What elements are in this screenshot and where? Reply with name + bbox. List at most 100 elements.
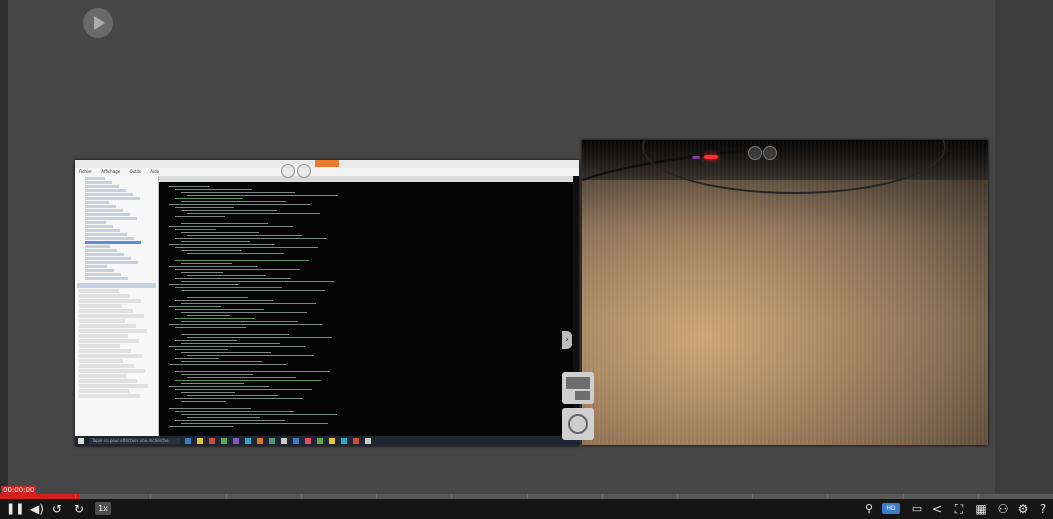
settings-icon[interactable]: ⚙ — [1016, 502, 1030, 516]
code-line — [187, 417, 260, 418]
code-line — [187, 297, 248, 298]
taskbar-app-icon — [221, 438, 227, 444]
webcam-panel — [582, 140, 988, 445]
code-line — [181, 241, 250, 242]
playback-speed-button[interactable]: 1x — [95, 502, 111, 515]
tree-row — [85, 201, 109, 204]
code-line — [181, 321, 298, 322]
layout-toggle-button[interactable] — [562, 372, 594, 404]
pause-icon[interactable]: ❚❚ — [6, 502, 24, 516]
tree-row — [85, 221, 106, 224]
tree-row — [85, 257, 131, 260]
property-row — [79, 339, 139, 343]
code-line — [175, 269, 300, 270]
volume-icon[interactable]: ◀) — [30, 502, 44, 516]
code-line — [175, 398, 303, 399]
code-line — [175, 260, 309, 261]
code-line — [169, 204, 311, 205]
current-timecode: 00:00:00 — [1, 486, 37, 495]
code-line — [175, 238, 327, 239]
taskbar-app-icon — [317, 438, 323, 444]
quality-button[interactable]: HD — [882, 503, 900, 514]
captions-icon[interactable]: ▭ — [910, 502, 924, 516]
code-line — [175, 278, 291, 279]
code-editor — [159, 176, 573, 436]
taskbar-app-icon — [353, 438, 359, 444]
webcam-zoom-out-icon[interactable] — [763, 146, 777, 160]
code-line — [181, 352, 271, 353]
code-line — [169, 408, 251, 409]
code-line — [169, 386, 269, 387]
code-line — [187, 395, 278, 396]
zoom-in-icon — [281, 164, 295, 178]
code-line — [181, 201, 286, 202]
windows-taskbar: Taper ici pour effectuer une recherche — [75, 436, 579, 446]
tree-row — [85, 181, 112, 184]
property-row — [79, 374, 126, 378]
code-line — [181, 303, 316, 304]
windows-start-icon — [78, 438, 84, 444]
tree-row — [85, 273, 121, 276]
taskbar-app-icon — [245, 438, 251, 444]
taskbar-app-icon — [281, 438, 287, 444]
code-line — [187, 315, 230, 316]
code-line — [187, 195, 338, 196]
help-icon[interactable]: ? — [1036, 502, 1050, 516]
search-icon[interactable]: ⚲ — [862, 502, 876, 516]
property-row — [79, 314, 144, 318]
code-line — [187, 337, 332, 338]
code-line — [181, 414, 337, 415]
collapse-panel-button[interactable]: › — [562, 331, 572, 349]
code-line — [169, 324, 323, 325]
code-line — [175, 349, 228, 350]
code-line — [169, 186, 209, 187]
webcam-zoom-in-icon[interactable] — [748, 146, 762, 160]
tree-row — [85, 249, 117, 252]
code-line — [181, 223, 268, 224]
swap-view-button[interactable] — [562, 408, 594, 440]
forward-icon[interactable]: ↻ — [72, 502, 86, 516]
code-line — [175, 189, 252, 190]
code-line — [169, 306, 221, 307]
code-line — [175, 247, 318, 248]
tree-row — [85, 253, 124, 256]
tree-row — [85, 185, 119, 188]
code-line — [187, 213, 320, 214]
right-margin — [995, 0, 1053, 494]
tree-row — [85, 265, 107, 268]
tree-row — [85, 237, 134, 240]
tree-row — [85, 177, 105, 180]
menu-item-view: Affichage — [101, 169, 121, 174]
property-row — [79, 379, 137, 383]
code-line — [181, 263, 232, 264]
code-line — [175, 327, 246, 328]
taskbar-app-icon — [209, 438, 215, 444]
tree-row — [85, 241, 141, 244]
code-line — [181, 383, 244, 384]
code-line — [175, 216, 225, 217]
rewind-icon[interactable]: ↺ — [50, 502, 64, 516]
code-line — [175, 229, 216, 230]
share-icon[interactable]: < — [930, 502, 944, 516]
tree-row — [85, 229, 120, 232]
code-line — [175, 358, 219, 359]
binoculars-icon[interactable]: ⚇ — [996, 502, 1010, 516]
menu-item-help: Aide — [150, 169, 160, 174]
picture-in-picture-icon[interactable]: ▦ — [974, 502, 988, 516]
player-logo-icon — [83, 8, 113, 38]
taskbar-app-icon — [305, 438, 311, 444]
taskbar-app-icon — [365, 438, 371, 444]
fullscreen-icon[interactable]: ⛶ — [952, 502, 966, 516]
code-line — [181, 281, 334, 282]
code-line — [175, 318, 255, 319]
tree-row — [85, 189, 126, 192]
property-row — [79, 354, 142, 358]
code-line — [187, 355, 314, 356]
code-line — [175, 411, 294, 412]
code-line — [187, 275, 266, 276]
code-line — [181, 232, 259, 233]
taskbar-app-icon — [185, 438, 191, 444]
property-row — [79, 299, 141, 303]
property-row — [79, 329, 147, 333]
left-margin — [0, 0, 8, 494]
